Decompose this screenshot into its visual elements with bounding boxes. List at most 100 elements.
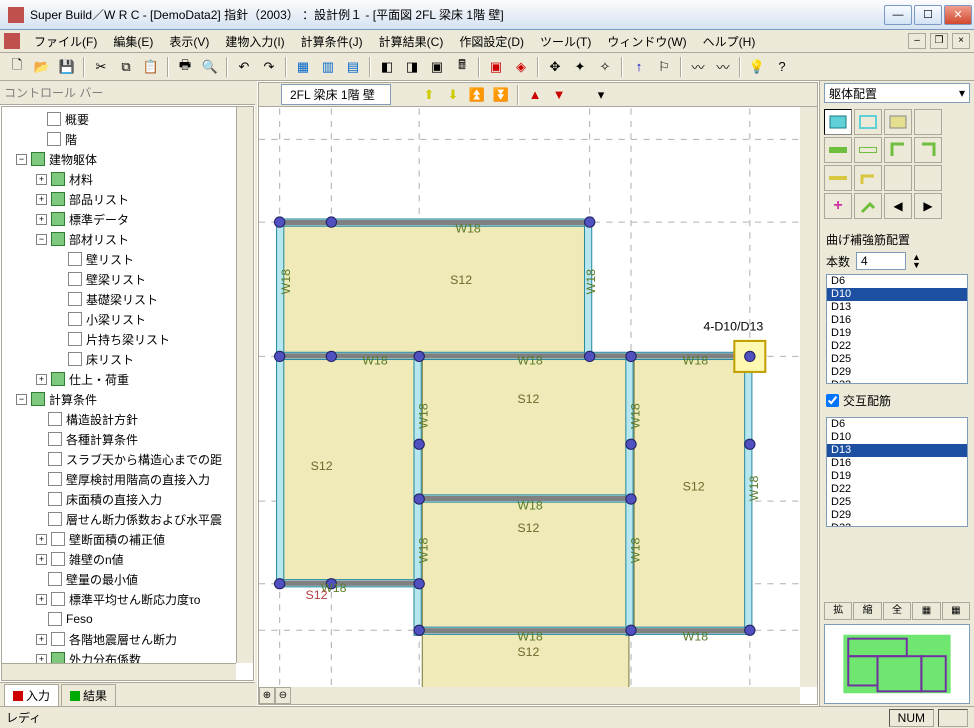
list-item[interactable]: D29 bbox=[827, 509, 967, 522]
tree-item[interactable]: 床面積の直接入力 bbox=[66, 491, 162, 508]
tree-item[interactable]: 計算条件 bbox=[49, 391, 97, 408]
rebar-list-1[interactable]: D6D10D13D16D19D22D25D29D32D35 bbox=[826, 274, 968, 384]
list-item[interactable]: D25 bbox=[827, 353, 967, 366]
list-item[interactable]: D22 bbox=[827, 483, 967, 496]
list-item[interactable]: D6 bbox=[827, 418, 967, 431]
new-icon[interactable]: 🗋 bbox=[6, 56, 28, 78]
tree-item[interactable]: 各階地震層せん断力 bbox=[69, 631, 177, 648]
minimap[interactable] bbox=[824, 624, 970, 704]
pal-rect-icon[interactable] bbox=[824, 109, 852, 135]
expand-icon[interactable]: + bbox=[36, 214, 47, 225]
expand-icon[interactable]: + bbox=[36, 534, 47, 545]
bulb-icon[interactable]: 💡 bbox=[746, 56, 768, 78]
copy-icon[interactable]: ⧉ bbox=[115, 56, 137, 78]
floor-plan-canvas[interactable]: W18 W18 W18 W18 W18 W18 W18 W18 W18 W18 … bbox=[259, 107, 817, 704]
pal-rect2-icon[interactable] bbox=[854, 109, 882, 135]
red2-icon[interactable]: ◈ bbox=[510, 56, 532, 78]
dropdown-icon[interactable]: ▾ bbox=[591, 85, 611, 105]
snap1-icon[interactable]: ✥ bbox=[544, 56, 566, 78]
tree-item[interactable]: 部品リスト bbox=[69, 191, 129, 208]
tree-view[interactable]: 概要 階 −建物躯体 +材料 +部品リスト +標準データ −部材リスト 壁リスト… bbox=[1, 106, 254, 681]
zoom-in-icon[interactable]: ⊕ bbox=[259, 687, 275, 704]
pal-plus-icon[interactable]: + bbox=[824, 193, 852, 219]
list-item[interactable]: D32 bbox=[827, 379, 967, 384]
grid2-icon[interactable]: ▥ bbox=[317, 56, 339, 78]
spin-buttons[interactable]: ▲▼ bbox=[912, 253, 921, 269]
rebar-list-2[interactable]: D6D10D13D16D19D22D25D29D32D35 bbox=[826, 417, 968, 527]
pal-left-icon[interactable]: ◀ bbox=[884, 193, 912, 219]
tree-item[interactable]: スラブ天から構造心までの距 bbox=[66, 451, 222, 468]
tree-item[interactable]: 構造設計方針 bbox=[66, 411, 138, 428]
expand-icon[interactable]: + bbox=[36, 554, 47, 565]
menu-help[interactable]: ヘルプ(H) bbox=[695, 31, 764, 52]
up-icon[interactable]: ↑ bbox=[628, 56, 650, 78]
menu-window[interactable]: ウィンドウ(W) bbox=[599, 31, 694, 52]
close-button[interactable]: ✕ bbox=[944, 5, 972, 25]
pal-bar2-icon[interactable] bbox=[854, 165, 882, 191]
pal-slab-icon[interactable] bbox=[884, 109, 912, 135]
list-item[interactable]: D6 bbox=[827, 275, 967, 288]
red1-icon[interactable]: ▣ bbox=[485, 56, 507, 78]
tree-scrollbar-v[interactable] bbox=[236, 107, 253, 663]
alt-rebar-checkbox[interactable]: 交互配筋 bbox=[826, 392, 968, 409]
arrow-down-icon[interactable]: ⬇ bbox=[443, 85, 463, 105]
canvas-scrollbar-h[interactable] bbox=[289, 687, 800, 704]
arrow-dbl-up-icon[interactable]: ⏫ bbox=[467, 85, 487, 105]
canvas-scrollbar-v[interactable] bbox=[800, 107, 817, 687]
arrow-down-red-icon[interactable]: ▼ bbox=[549, 85, 569, 105]
list-item[interactable]: D19 bbox=[827, 327, 967, 340]
tree-item[interactable]: 概要 bbox=[65, 111, 89, 128]
tree-item[interactable]: 壁梁リスト bbox=[86, 271, 146, 288]
tree-item[interactable]: 階 bbox=[65, 131, 77, 148]
menu-input[interactable]: 建物入力(I) bbox=[217, 31, 292, 52]
menu-tool[interactable]: ツール(T) bbox=[532, 31, 599, 52]
list-item[interactable]: D16 bbox=[827, 457, 967, 470]
cut-icon[interactable]: ✂ bbox=[90, 56, 112, 78]
tree-item[interactable]: 壁断面積の補正値 bbox=[69, 531, 165, 548]
tree-item[interactable]: 標準データ bbox=[69, 211, 129, 228]
tree-item[interactable]: 壁厚検討用階高の直接入力 bbox=[66, 471, 210, 488]
grid1-icon[interactable]: ▦ bbox=[292, 56, 314, 78]
nav-grid1[interactable]: ▦ bbox=[912, 602, 940, 620]
list-item[interactable]: D10 bbox=[827, 288, 967, 301]
tree-scrollbar-h[interactable] bbox=[2, 663, 236, 680]
print-icon[interactable]: 🖶 bbox=[174, 56, 196, 78]
wave2-icon[interactable]: 〰 bbox=[712, 56, 734, 78]
expand-icon[interactable]: + bbox=[36, 194, 47, 205]
nav-zoom-in[interactable]: 拡 bbox=[824, 602, 852, 620]
mdi-close[interactable]: × bbox=[952, 33, 970, 49]
pal-blank2-icon[interactable] bbox=[884, 165, 912, 191]
maximize-button[interactable]: ☐ bbox=[914, 5, 942, 25]
tool-b-icon[interactable]: ◨ bbox=[401, 56, 423, 78]
nav-grid2[interactable]: ▦ bbox=[942, 602, 970, 620]
tree-item[interactable]: 層せん断力係数および水平震 bbox=[66, 511, 222, 528]
arrow-dbl-down-icon[interactable]: ⏬ bbox=[491, 85, 511, 105]
paste-icon[interactable]: 📋 bbox=[140, 56, 162, 78]
menu-drawset[interactable]: 作図設定(D) bbox=[451, 31, 532, 52]
list-item[interactable]: D22 bbox=[827, 340, 967, 353]
redo-icon[interactable]: ↷ bbox=[258, 56, 280, 78]
mdi-restore[interactable]: ❐ bbox=[930, 33, 948, 49]
nav-zoom-out[interactable]: 縮 bbox=[853, 602, 881, 620]
menu-edit[interactable]: 編集(E) bbox=[105, 31, 161, 52]
tree-item[interactable]: 各種計算条件 bbox=[66, 431, 138, 448]
menu-view[interactable]: 表示(V) bbox=[161, 31, 217, 52]
open-icon[interactable]: 📂 bbox=[31, 56, 53, 78]
tree-item[interactable]: 部材リスト bbox=[69, 231, 129, 248]
tree-item[interactable]: 基礎梁リスト bbox=[86, 291, 158, 308]
pal-blank-icon[interactable] bbox=[914, 109, 942, 135]
list-item[interactable]: D25 bbox=[827, 496, 967, 509]
mdi-minimize[interactable]: – bbox=[908, 33, 926, 49]
nav-fit[interactable]: 全 bbox=[883, 602, 911, 620]
tool-c-icon[interactable]: ▣ bbox=[426, 56, 448, 78]
pal-corner1-icon[interactable] bbox=[884, 137, 912, 163]
arrow-up-icon[interactable]: ⬆ bbox=[419, 85, 439, 105]
tree-item[interactable]: 建物躯体 bbox=[49, 151, 97, 168]
pal-corner2-icon[interactable] bbox=[914, 137, 942, 163]
list-item[interactable]: D29 bbox=[827, 366, 967, 379]
save-icon[interactable]: 💾 bbox=[56, 56, 78, 78]
tree-item[interactable]: 雑壁のn値 bbox=[69, 551, 124, 568]
calc-icon[interactable]: 🖩 bbox=[451, 56, 473, 78]
pal-corner3-icon[interactable] bbox=[854, 193, 882, 219]
snap2-icon[interactable]: ✦ bbox=[569, 56, 591, 78]
